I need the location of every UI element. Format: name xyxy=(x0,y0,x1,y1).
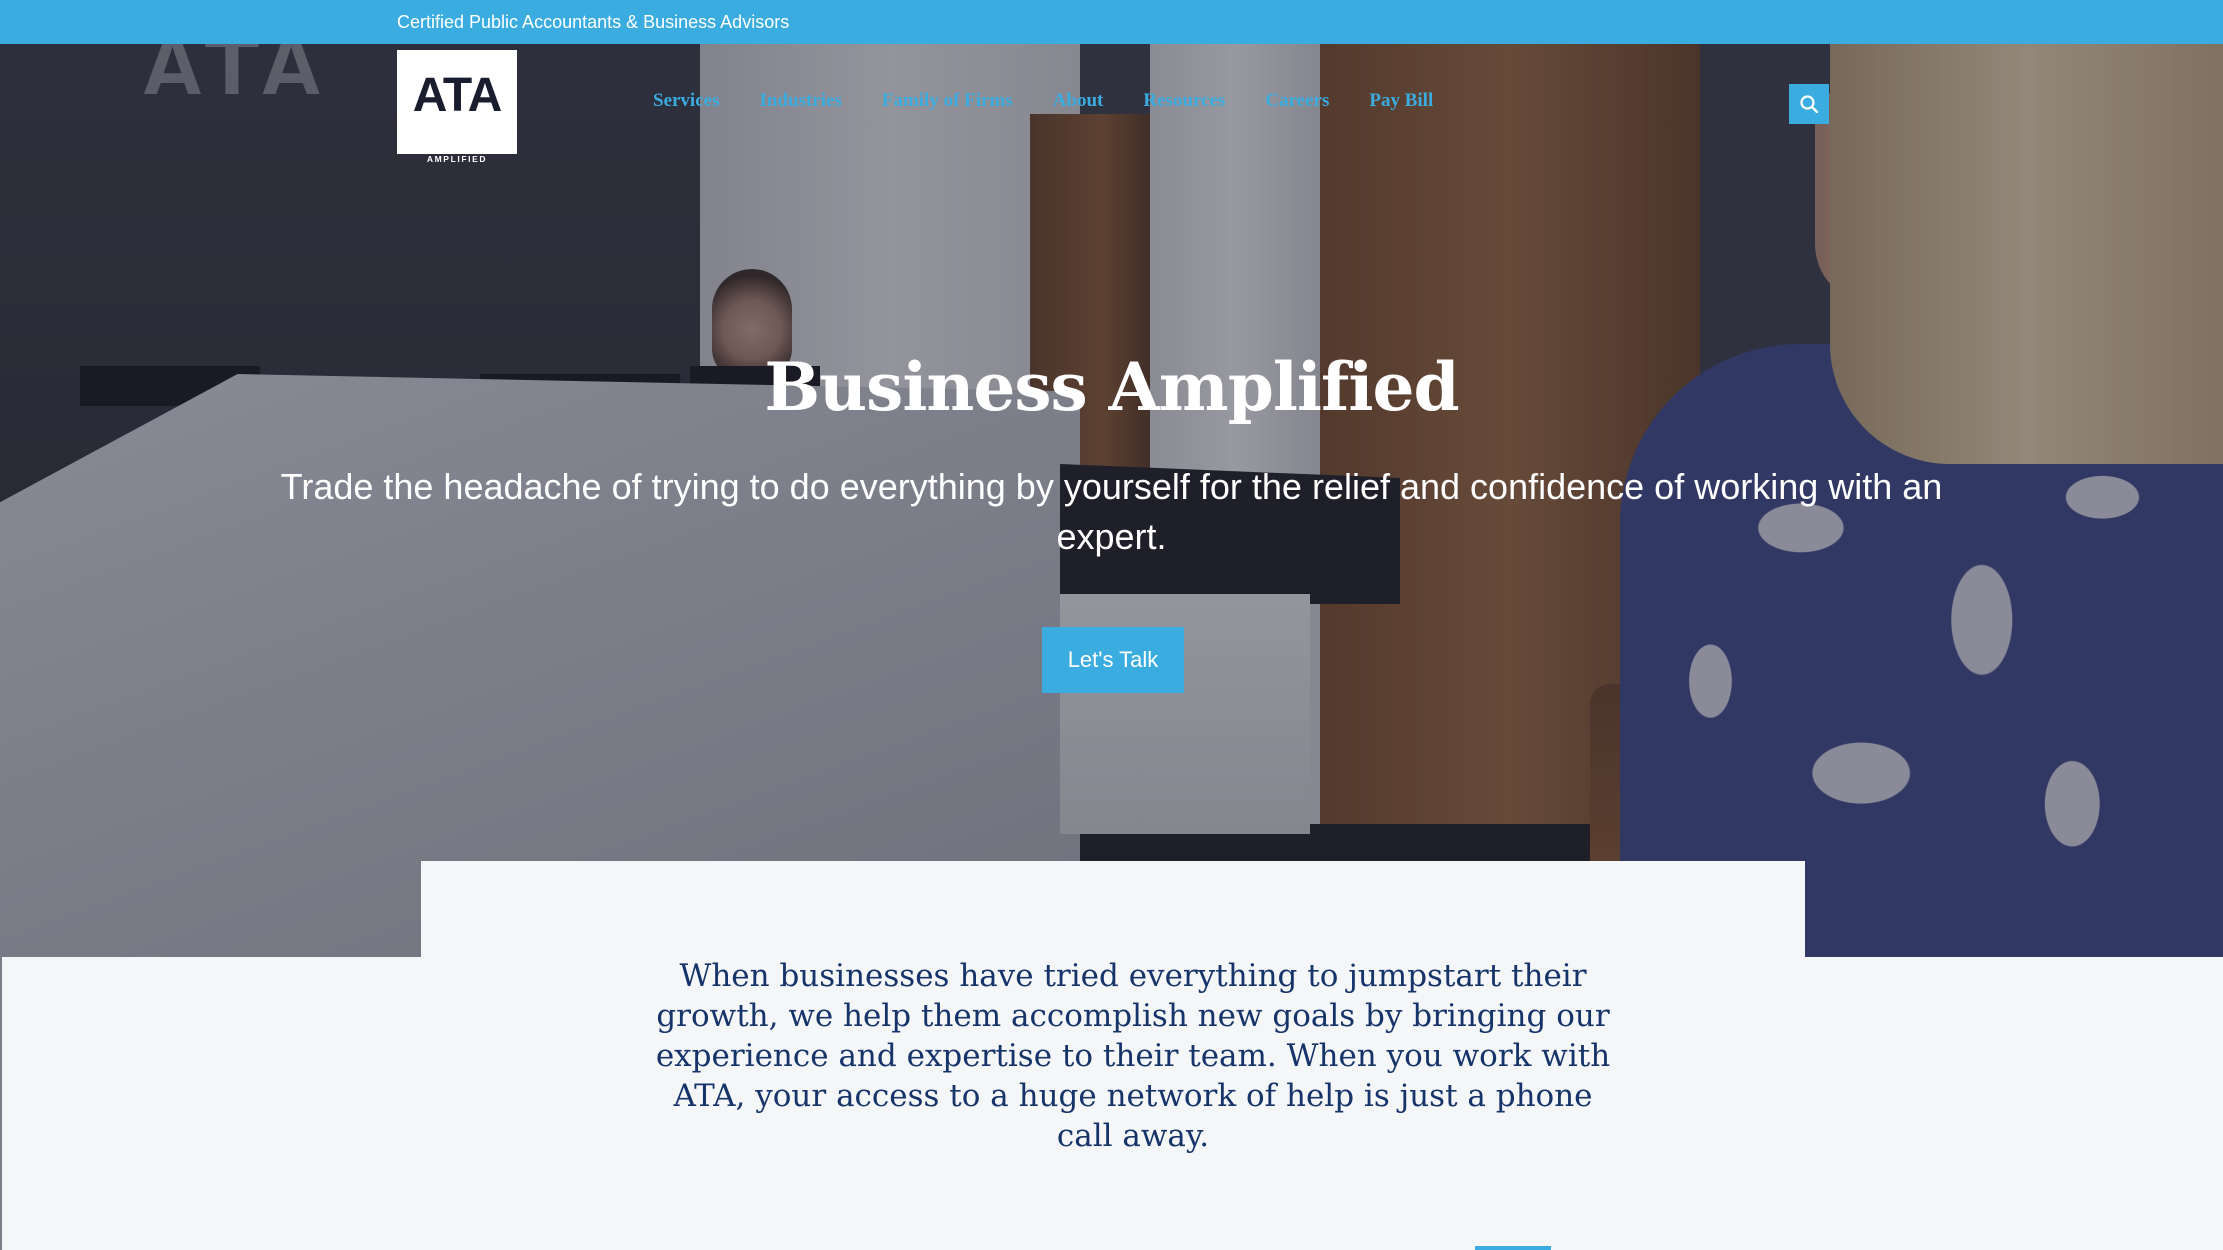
nav-pay-bill[interactable]: Pay Bill xyxy=(1369,88,1433,114)
top-utility-bar: Certified Public Accountants & Business … xyxy=(0,0,2223,44)
topbar-tagline: Certified Public Accountants & Business … xyxy=(397,12,790,32)
main-nav: Services Industries Family of Firms Abou… xyxy=(653,88,1433,114)
logo-mark: ATA xyxy=(412,69,503,122)
nav-industries[interactable]: Industries xyxy=(759,88,841,114)
nav-about[interactable]: About xyxy=(1053,88,1104,114)
hero-title: Business Amplified xyxy=(764,348,1459,426)
page: Certified Public Accountants & Business … xyxy=(0,0,2223,1250)
intro-card: When businesses have tried everything to… xyxy=(421,861,1805,1250)
nav-family-of-firms[interactable]: Family of Firms xyxy=(882,88,1013,114)
nav-resources[interactable]: Resources xyxy=(1143,88,1225,114)
card-accent-bar xyxy=(1475,1246,1551,1250)
left-edge-line xyxy=(0,957,2,1250)
search-button[interactable] xyxy=(1789,84,1829,124)
hero-section: ATA Business Amplified Trade the headach… xyxy=(0,44,2223,957)
intro-text: When businesses have tried everything to… xyxy=(655,958,1611,1154)
nav-services[interactable]: Services xyxy=(653,88,719,114)
hero-subtitle: Trade the headache of trying to do every… xyxy=(280,466,1943,557)
nav-careers[interactable]: Careers xyxy=(1265,88,1329,114)
site-logo[interactable]: ATA xyxy=(397,50,517,154)
search-icon xyxy=(1800,95,1819,114)
logo-subtext: BUSINESS AMPLIFIED xyxy=(426,142,488,164)
lets-talk-button[interactable]: Let's Talk xyxy=(1042,627,1184,693)
